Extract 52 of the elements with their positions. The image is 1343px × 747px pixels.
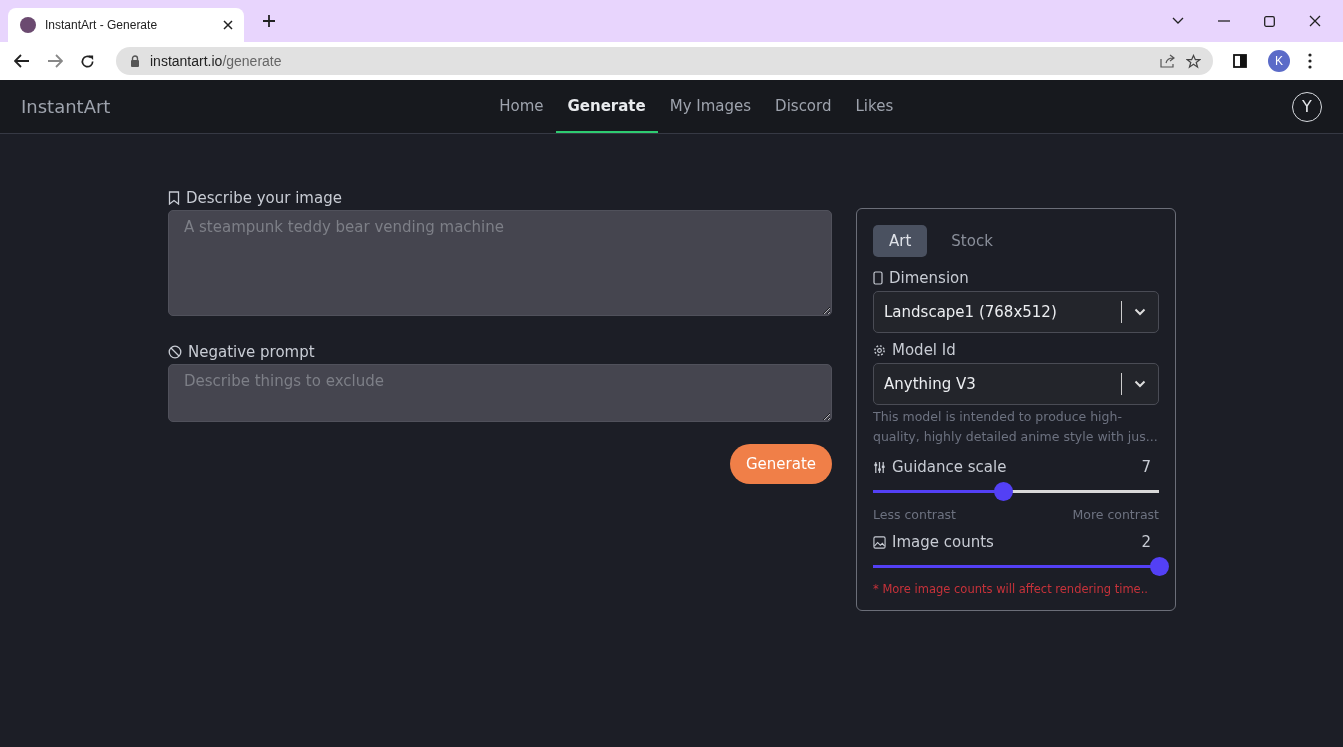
brand-logo[interactable]: InstantArt: [21, 96, 111, 117]
new-tab-icon[interactable]: [262, 14, 276, 28]
field-label: Guidance scale: [892, 458, 1008, 476]
slider-thumb[interactable]: [993, 482, 1013, 501]
maximize-icon[interactable]: [1264, 15, 1275, 27]
back-arrow-icon[interactable]: [14, 54, 30, 68]
field-label: Describe your image: [186, 189, 342, 207]
site-favicon-icon: [20, 17, 36, 33]
model-description: This model is intended to produce high-quality, highly detailed anime style with jus...: [873, 408, 1159, 446]
mode-tab[interactable]: Art: [873, 225, 928, 257]
gear-icon: [873, 343, 886, 357]
model-select[interactable]: Anything V3: [873, 363, 1159, 405]
nav-link[interactable]: My Images: [657, 80, 764, 133]
chevron-down-icon: [1134, 380, 1146, 388]
nav-link[interactable]: Generate: [555, 80, 658, 133]
star-icon[interactable]: [1186, 53, 1201, 69]
nav-link[interactable]: Likes: [843, 80, 906, 133]
chevron-down-icon: [1134, 308, 1146, 316]
close-icon[interactable]: [222, 19, 234, 31]
dimension-select[interactable]: Landscape1 (768x512): [873, 291, 1159, 333]
forward-arrow-icon[interactable]: [47, 54, 63, 68]
nav-link[interactable]: Home: [487, 80, 556, 133]
share-icon[interactable]: [1160, 54, 1176, 68]
field-label: Model Id: [892, 341, 956, 359]
slider-value: 7: [1141, 458, 1151, 476]
side-panel-icon[interactable]: [1233, 54, 1247, 68]
bookmark-icon: [168, 191, 180, 205]
warning-note: * More image counts will affect rendering time..: [873, 582, 1149, 596]
prohibited-icon: [168, 345, 182, 359]
more-menu-icon[interactable]: [1308, 53, 1312, 69]
slider-thumb[interactable]: [1149, 557, 1169, 576]
mode-tab[interactable]: Stock: [935, 225, 1009, 257]
browser-tab-title: InstantArt - Generate: [45, 18, 159, 32]
nav-link[interactable]: Discord: [763, 80, 844, 133]
sliders-icon: [873, 460, 886, 474]
close-icon[interactable]: [1309, 15, 1321, 27]
field-label: Image counts: [892, 533, 995, 551]
phone-icon: [873, 271, 883, 285]
reload-icon[interactable]: [80, 53, 95, 69]
prompt-field[interactable]: A steampunk teddy bear vending machine: [168, 210, 832, 316]
image-icon: [873, 535, 886, 549]
field-label: Dimension: [889, 269, 969, 287]
browser-tab[interactable]: InstantArt - Generate: [8, 8, 244, 42]
lock-icon: [130, 55, 140, 67]
field-label: Negative prompt: [188, 343, 315, 361]
slider-value: 2: [1141, 533, 1151, 551]
slider-max-label: More contrast: [1072, 507, 1159, 522]
negative-prompt-field[interactable]: Describe things to exclude: [168, 364, 832, 422]
chevron-down-icon[interactable]: [1172, 17, 1184, 25]
profile-avatar[interactable]: K: [1268, 50, 1290, 72]
slider-min-label: Less contrast: [873, 507, 956, 522]
address-field[interactable]: instantart.io/generate: [116, 47, 1213, 75]
